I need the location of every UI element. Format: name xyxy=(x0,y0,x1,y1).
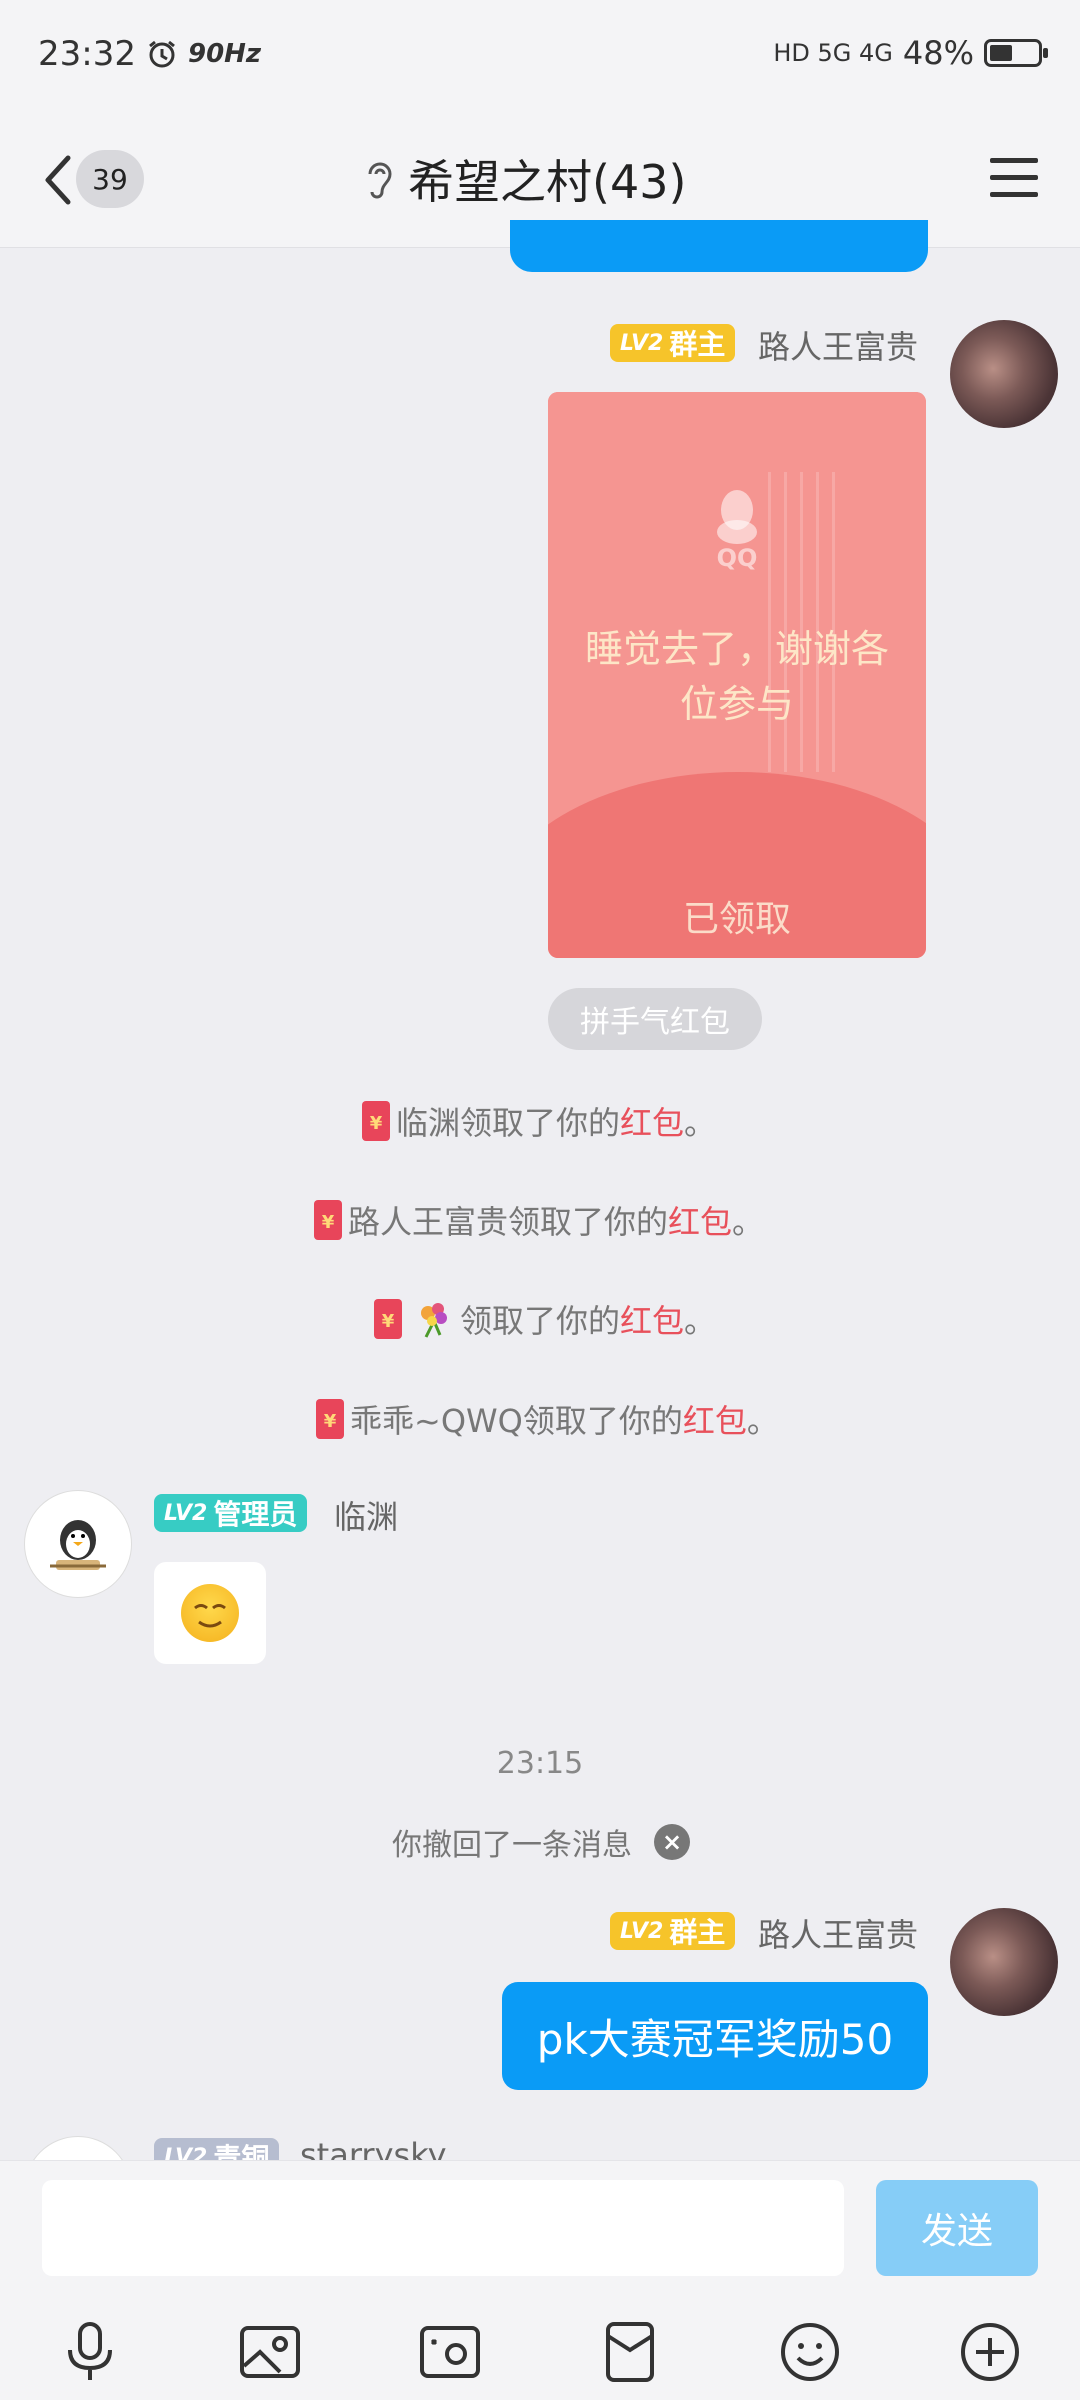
battery-icon xyxy=(984,39,1048,67)
emoji-icon[interactable] xyxy=(776,2318,844,2386)
emoji-message-bubble[interactable] xyxy=(154,1562,266,1664)
owner-badge: LV2 群主 xyxy=(610,324,736,362)
menu-icon[interactable] xyxy=(990,158,1038,202)
badge-role: 管理员 xyxy=(213,1498,298,1531)
notice-end: 。 xyxy=(684,1104,717,1142)
notice-item: 领取了你的红包。 xyxy=(374,1296,716,1342)
badge-role: 群主 xyxy=(669,1916,726,1949)
refresh-rate: 90Hz xyxy=(187,39,262,69)
notice-who: 路人王富贵 xyxy=(348,1203,509,1241)
sender-name: 路人王富贵 xyxy=(758,1916,919,1954)
packet-status: 已领取 xyxy=(682,899,791,940)
badge-role: 青铜 xyxy=(213,2142,270,2160)
notice-link[interactable]: 红包 xyxy=(620,1098,684,1144)
message-input[interactable] xyxy=(42,2180,844,2276)
notice-who: 临渊 xyxy=(396,1104,461,1142)
status-right: HD 5G 4G 48% xyxy=(773,34,1048,72)
flower-icon xyxy=(421,1303,447,1338)
notice-item: 乖乖~QWQ领取了你的红包。 xyxy=(316,1396,779,1442)
notice-item: 路人王富贵领取了你的红包。 xyxy=(314,1197,764,1243)
unread-count-badge[interactable]: 39 xyxy=(76,150,144,208)
picture-icon[interactable] xyxy=(236,2318,304,2386)
battery-percent: 48% xyxy=(902,34,974,72)
microphone-icon[interactable] xyxy=(56,2318,124,2386)
notice-item: 临渊领取了你的红包。 xyxy=(362,1098,716,1144)
partial-message-row: LV2 青铜 starrysky xyxy=(0,2130,1080,2160)
qq-penguin-icon xyxy=(717,490,757,544)
previous-message-bubble[interactable] xyxy=(510,220,928,272)
red-packet-icon xyxy=(374,1299,402,1339)
recall-text: 你撤回了一条消息 xyxy=(392,1828,632,1863)
red-packet-card[interactable]: QQ 睡觉去了，谢谢各位参与 已领取 xyxy=(548,392,926,958)
badge-level: LV2 xyxy=(164,1500,208,1526)
owner-badge: LV2 群主 xyxy=(610,1912,736,1950)
notice-text: 领取了你的 xyxy=(460,1302,621,1340)
network-indicator: HD 5G 4G xyxy=(773,39,893,67)
notice-text: 领取了你的 xyxy=(460,1104,621,1142)
red-packet-icon xyxy=(362,1101,390,1141)
notice-end: 。 xyxy=(746,1402,779,1440)
alarm-icon xyxy=(149,40,175,68)
send-button[interactable]: 发送 xyxy=(876,2180,1038,2276)
smirk-emoji-icon xyxy=(181,1584,239,1642)
badge-role: 群主 xyxy=(669,328,726,361)
ear-icon xyxy=(368,162,392,199)
badge-level: LV2 xyxy=(164,2144,208,2161)
timestamp: 23:15 xyxy=(496,1746,584,1781)
sender-name: 临渊 xyxy=(334,1498,399,1536)
packet-brand: QQ xyxy=(716,544,758,572)
notice-link[interactable]: 红包 xyxy=(683,1396,747,1442)
notice-who: 乖乖~QWQ xyxy=(350,1402,523,1440)
sender-name: starrysky xyxy=(300,2136,447,2160)
sender-name: 路人王富贵 xyxy=(758,328,919,366)
clock-text: 23:32 xyxy=(38,34,136,74)
packet-type-label: 拼手气红包 xyxy=(548,988,762,1050)
plus-icon[interactable] xyxy=(956,2318,1024,2386)
close-icon[interactable]: × xyxy=(654,1824,690,1860)
bronze-badge: LV2 青铜 xyxy=(154,2138,280,2161)
camera-icon[interactable] xyxy=(416,2318,484,2386)
status-time: 23:32 90Hz xyxy=(38,34,261,74)
admin-badge: LV2 管理员 xyxy=(154,1494,308,1532)
penguin-avatar-icon xyxy=(50,1520,106,1570)
recall-notice: 你撤回了一条消息 × xyxy=(392,1820,690,1864)
badge-level: LV2 xyxy=(620,330,664,356)
avatar[interactable] xyxy=(950,1908,1058,2016)
page-title[interactable]: 希望之村(43) xyxy=(408,146,686,212)
notice-end: 。 xyxy=(732,1203,765,1241)
notice-text: 领取了你的 xyxy=(522,1402,683,1440)
red-packet-icon[interactable] xyxy=(596,2318,664,2386)
avatar[interactable] xyxy=(950,320,1058,428)
packet-message: 睡觉去了，谢谢各位参与 xyxy=(584,627,889,726)
avatar[interactable] xyxy=(24,2136,132,2160)
notice-text: 领取了你的 xyxy=(508,1203,669,1241)
red-packet-icon xyxy=(314,1200,342,1240)
red-packet-icon xyxy=(316,1399,344,1439)
notice-link[interactable]: 红包 xyxy=(668,1197,732,1243)
badge-level: LV2 xyxy=(620,1918,664,1944)
notice-link[interactable]: 红包 xyxy=(620,1296,684,1342)
notice-end: 。 xyxy=(684,1302,717,1340)
avatar[interactable] xyxy=(24,1490,132,1598)
text-message-bubble[interactable]: pk大赛冠军奖励50 xyxy=(502,1982,928,2090)
